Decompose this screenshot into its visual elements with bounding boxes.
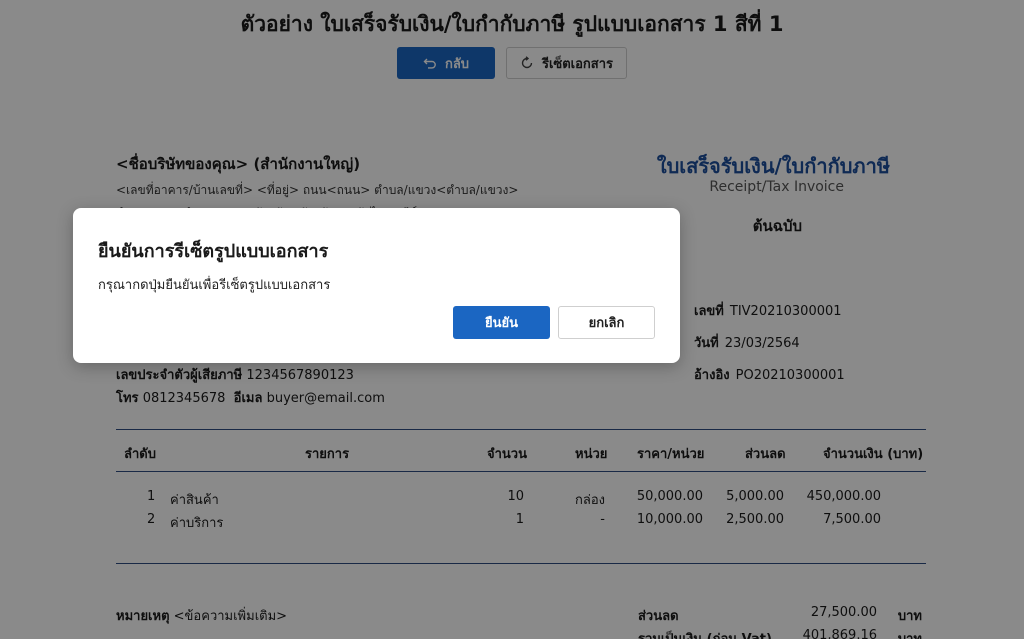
dialog-title: ยืนยันการรีเซ็ตรูปแบบเอกสาร (98, 241, 329, 262)
confirm-button[interactable]: ยืนยัน (453, 306, 550, 339)
cancel-button[interactable]: ยกเลิก (558, 306, 655, 339)
reset-confirm-dialog: ยืนยันการรีเซ็ตรูปแบบเอกสาร กรุณากดปุ่มย… (73, 208, 680, 363)
dialog-message: กรุณากดปุ่มยืนยันเพื่อรีเซ็ตรูปแบบเอกสาร (98, 278, 331, 293)
